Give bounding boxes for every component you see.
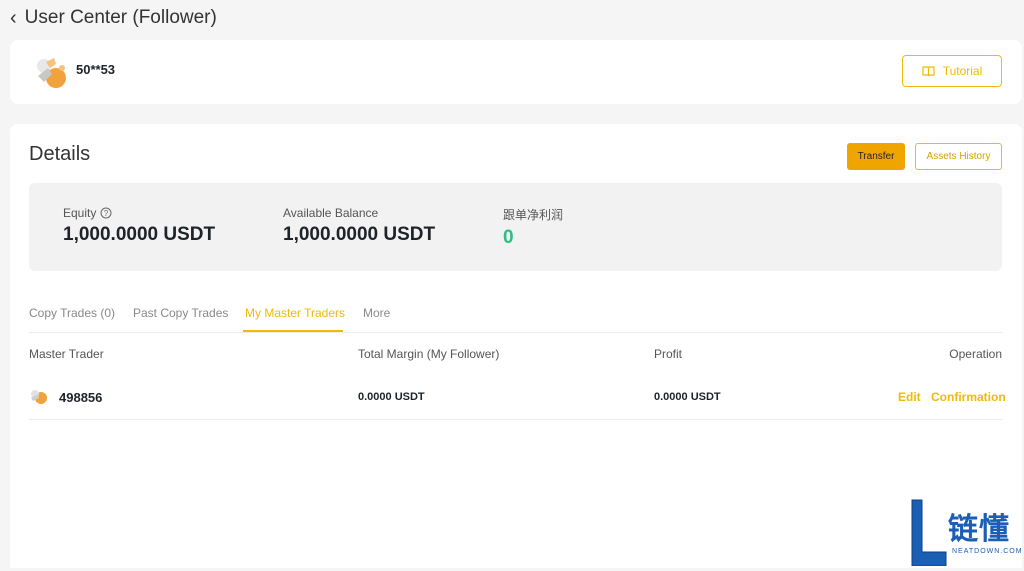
tab-bar: Copy Trades (0) Past Copy Trades My Mast… [29, 305, 1002, 333]
tab-past-copy-trades[interactable]: Past Copy Trades [133, 306, 228, 320]
details-title: Details [29, 143, 91, 165]
watermark-cn-text: 链懂 [948, 513, 1010, 546]
equity-stat: Equity ? 1,000.0000 USDT [63, 206, 215, 246]
net-profit-stat: 跟单净利润 0 [503, 206, 563, 249]
equity-label: Equity [63, 206, 97, 220]
transfer-button[interactable]: Transfer [847, 143, 905, 170]
confirmation-link[interactable]: Confirmation [931, 390, 1006, 404]
assets-history-button[interactable]: Assets History [915, 143, 1002, 170]
watermark-l-icon [911, 499, 947, 567]
back-nav[interactable]: ‹ User Center (Follower) [10, 6, 217, 30]
column-header-master-trader: Master Trader [29, 347, 104, 361]
column-header-total-margin: Total Margin (My Follower) [358, 347, 500, 361]
profile-card: 50**53 Tutorial [10, 40, 1022, 104]
page-title: User Center (Follower) [24, 7, 217, 28]
total-margin-value: 0.0000 USDT [358, 391, 425, 403]
available-balance-stat: Available Balance 1,000.0000 USDT [283, 206, 435, 246]
table-row: 498856 0.0000 USDT 0.0000 USDT Edit Conf… [29, 375, 1006, 420]
net-profit-value: 0 [503, 227, 514, 248]
trader-avatar [31, 390, 47, 404]
user-avatar [37, 58, 66, 88]
tutorial-button[interactable]: Tutorial [902, 55, 1002, 87]
available-balance-value: 1,000.0000 USDT [283, 224, 436, 245]
net-profit-label: 跟单净利润 [503, 208, 564, 222]
book-icon [922, 65, 935, 77]
tab-copy-trades[interactable]: Copy Trades (0) [29, 306, 115, 320]
balance-panel: Equity ? 1,000.0000 USDT Available Balan… [29, 183, 1002, 271]
column-header-profit: Profit [654, 347, 683, 361]
details-card: Details Transfer Assets History Equity ?… [10, 124, 1022, 568]
equity-value: 1,000.0000 USDT [63, 224, 216, 245]
watermark-en-text: NEATDOWN.COM [952, 548, 1023, 555]
profit-value: 0.0000 USDT [654, 391, 721, 403]
tab-more[interactable]: More [363, 306, 390, 320]
available-balance-label: Available Balance [283, 206, 379, 220]
column-header-operation: Operation [949, 347, 1002, 361]
help-icon[interactable]: ? [100, 207, 112, 219]
edit-link[interactable]: Edit [898, 390, 921, 404]
svg-text:?: ? [104, 209, 109, 218]
tutorial-label: Tutorial [942, 64, 983, 78]
watermark-logo: 链懂 NEATDOWN.COM [908, 498, 1023, 567]
trader-id[interactable]: 498856 [59, 390, 102, 405]
chevron-left-icon[interactable]: ‹ [10, 8, 17, 28]
username: 50**53 [76, 62, 116, 77]
active-tab-indicator [243, 330, 343, 332]
tab-my-master-traders[interactable]: My Master Traders [245, 306, 345, 320]
